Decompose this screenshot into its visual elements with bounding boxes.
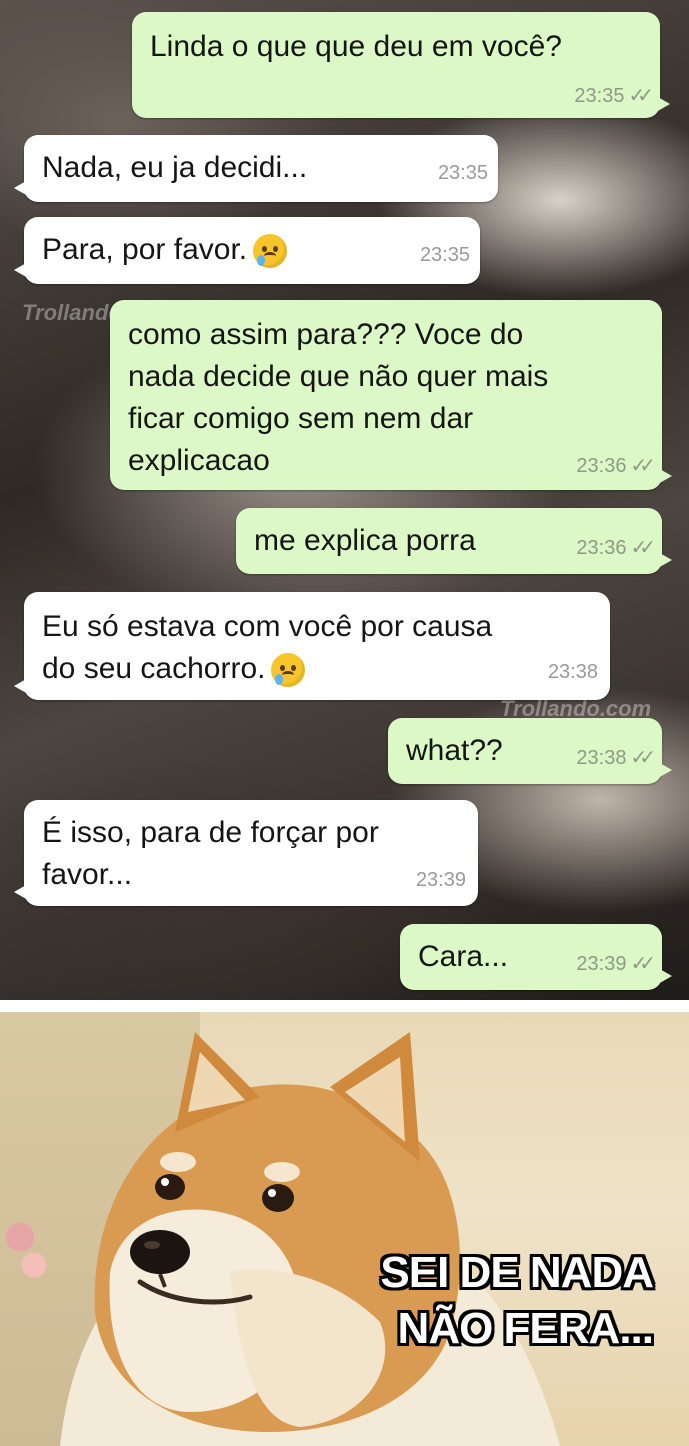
shiba-dog-illustration xyxy=(60,1032,560,1446)
message-text: como assim para??? Voce do nada decide q… xyxy=(128,318,549,477)
read-receipt-icon: ✓✓ xyxy=(630,455,655,477)
chat-screenshot: Trollando.com Trollando.com Linda o que … xyxy=(0,0,689,1000)
message-timestamp: 23:38 ✓✓ xyxy=(576,747,655,769)
crying-face-emoji xyxy=(253,234,288,269)
message-text: Para, por favor. xyxy=(42,229,288,271)
message-text: É isso, para de forçar por favor... xyxy=(42,816,379,891)
panel-divider xyxy=(0,1000,689,1012)
read-receipt-icon: ✓✓ xyxy=(630,953,655,975)
sad-relieved-face-emoji xyxy=(271,653,306,688)
read-receipt-icon: ✓✓ xyxy=(630,537,655,559)
message-text: Linda o que que deu em você? xyxy=(150,30,562,63)
message-bubble-outgoing[interactable]: Linda o que que deu em você? 23:35 ✓✓ xyxy=(132,12,670,118)
message-bubble-outgoing[interactable]: Cara... 23:39 ✓✓ xyxy=(400,924,672,990)
message-timestamp: 23:35 xyxy=(419,244,470,266)
meme-caption-line-1: SEI DE NADA xyxy=(380,1248,654,1297)
message-bubble-incoming[interactable]: Eu só estava com você por causa do seu c… xyxy=(14,592,610,700)
message-bubble-incoming[interactable]: Para, por favor. 23:35 xyxy=(14,217,480,284)
message-timestamp: 23:35 ✓✓ xyxy=(574,85,653,107)
message-bubble-incoming[interactable]: É isso, para de forçar por favor... 23:3… xyxy=(14,800,478,906)
message-text: what?? xyxy=(406,734,503,767)
message-text: Nada, eu ja decidi... xyxy=(42,151,308,184)
message-bubble-outgoing[interactable]: me explica porra 23:36 ✓✓ xyxy=(236,508,672,574)
read-receipt-icon: ✓✓ xyxy=(630,747,655,769)
message-bubble-outgoing[interactable]: what?? 23:38 ✓✓ xyxy=(388,718,672,784)
read-receipt-icon: ✓✓ xyxy=(628,85,653,107)
message-timestamp: 23:39 xyxy=(415,869,466,891)
message-bubble-outgoing[interactable]: como assim para??? Voce do nada decide q… xyxy=(110,300,672,490)
message-text: Eu só estava com você por causa do seu c… xyxy=(42,606,492,690)
message-timestamp: 23:38 xyxy=(547,661,598,683)
meme-caption-line-2: NÃO FERA... xyxy=(397,1304,654,1353)
message-text: Cara... xyxy=(418,940,509,973)
doge-meme-panel: SEI DE NADA NÃO FERA... xyxy=(0,1012,689,1446)
message-timestamp: 23:39 ✓✓ xyxy=(576,953,655,975)
message-bubble-incoming[interactable]: Nada, eu ja decidi... 23:35 xyxy=(14,135,498,202)
message-timestamp: 23:36 ✓✓ xyxy=(576,537,655,559)
message-text: me explica porra xyxy=(254,524,476,557)
message-timestamp: 23:36 ✓✓ xyxy=(576,455,655,477)
message-timestamp: 23:35 xyxy=(437,162,488,184)
